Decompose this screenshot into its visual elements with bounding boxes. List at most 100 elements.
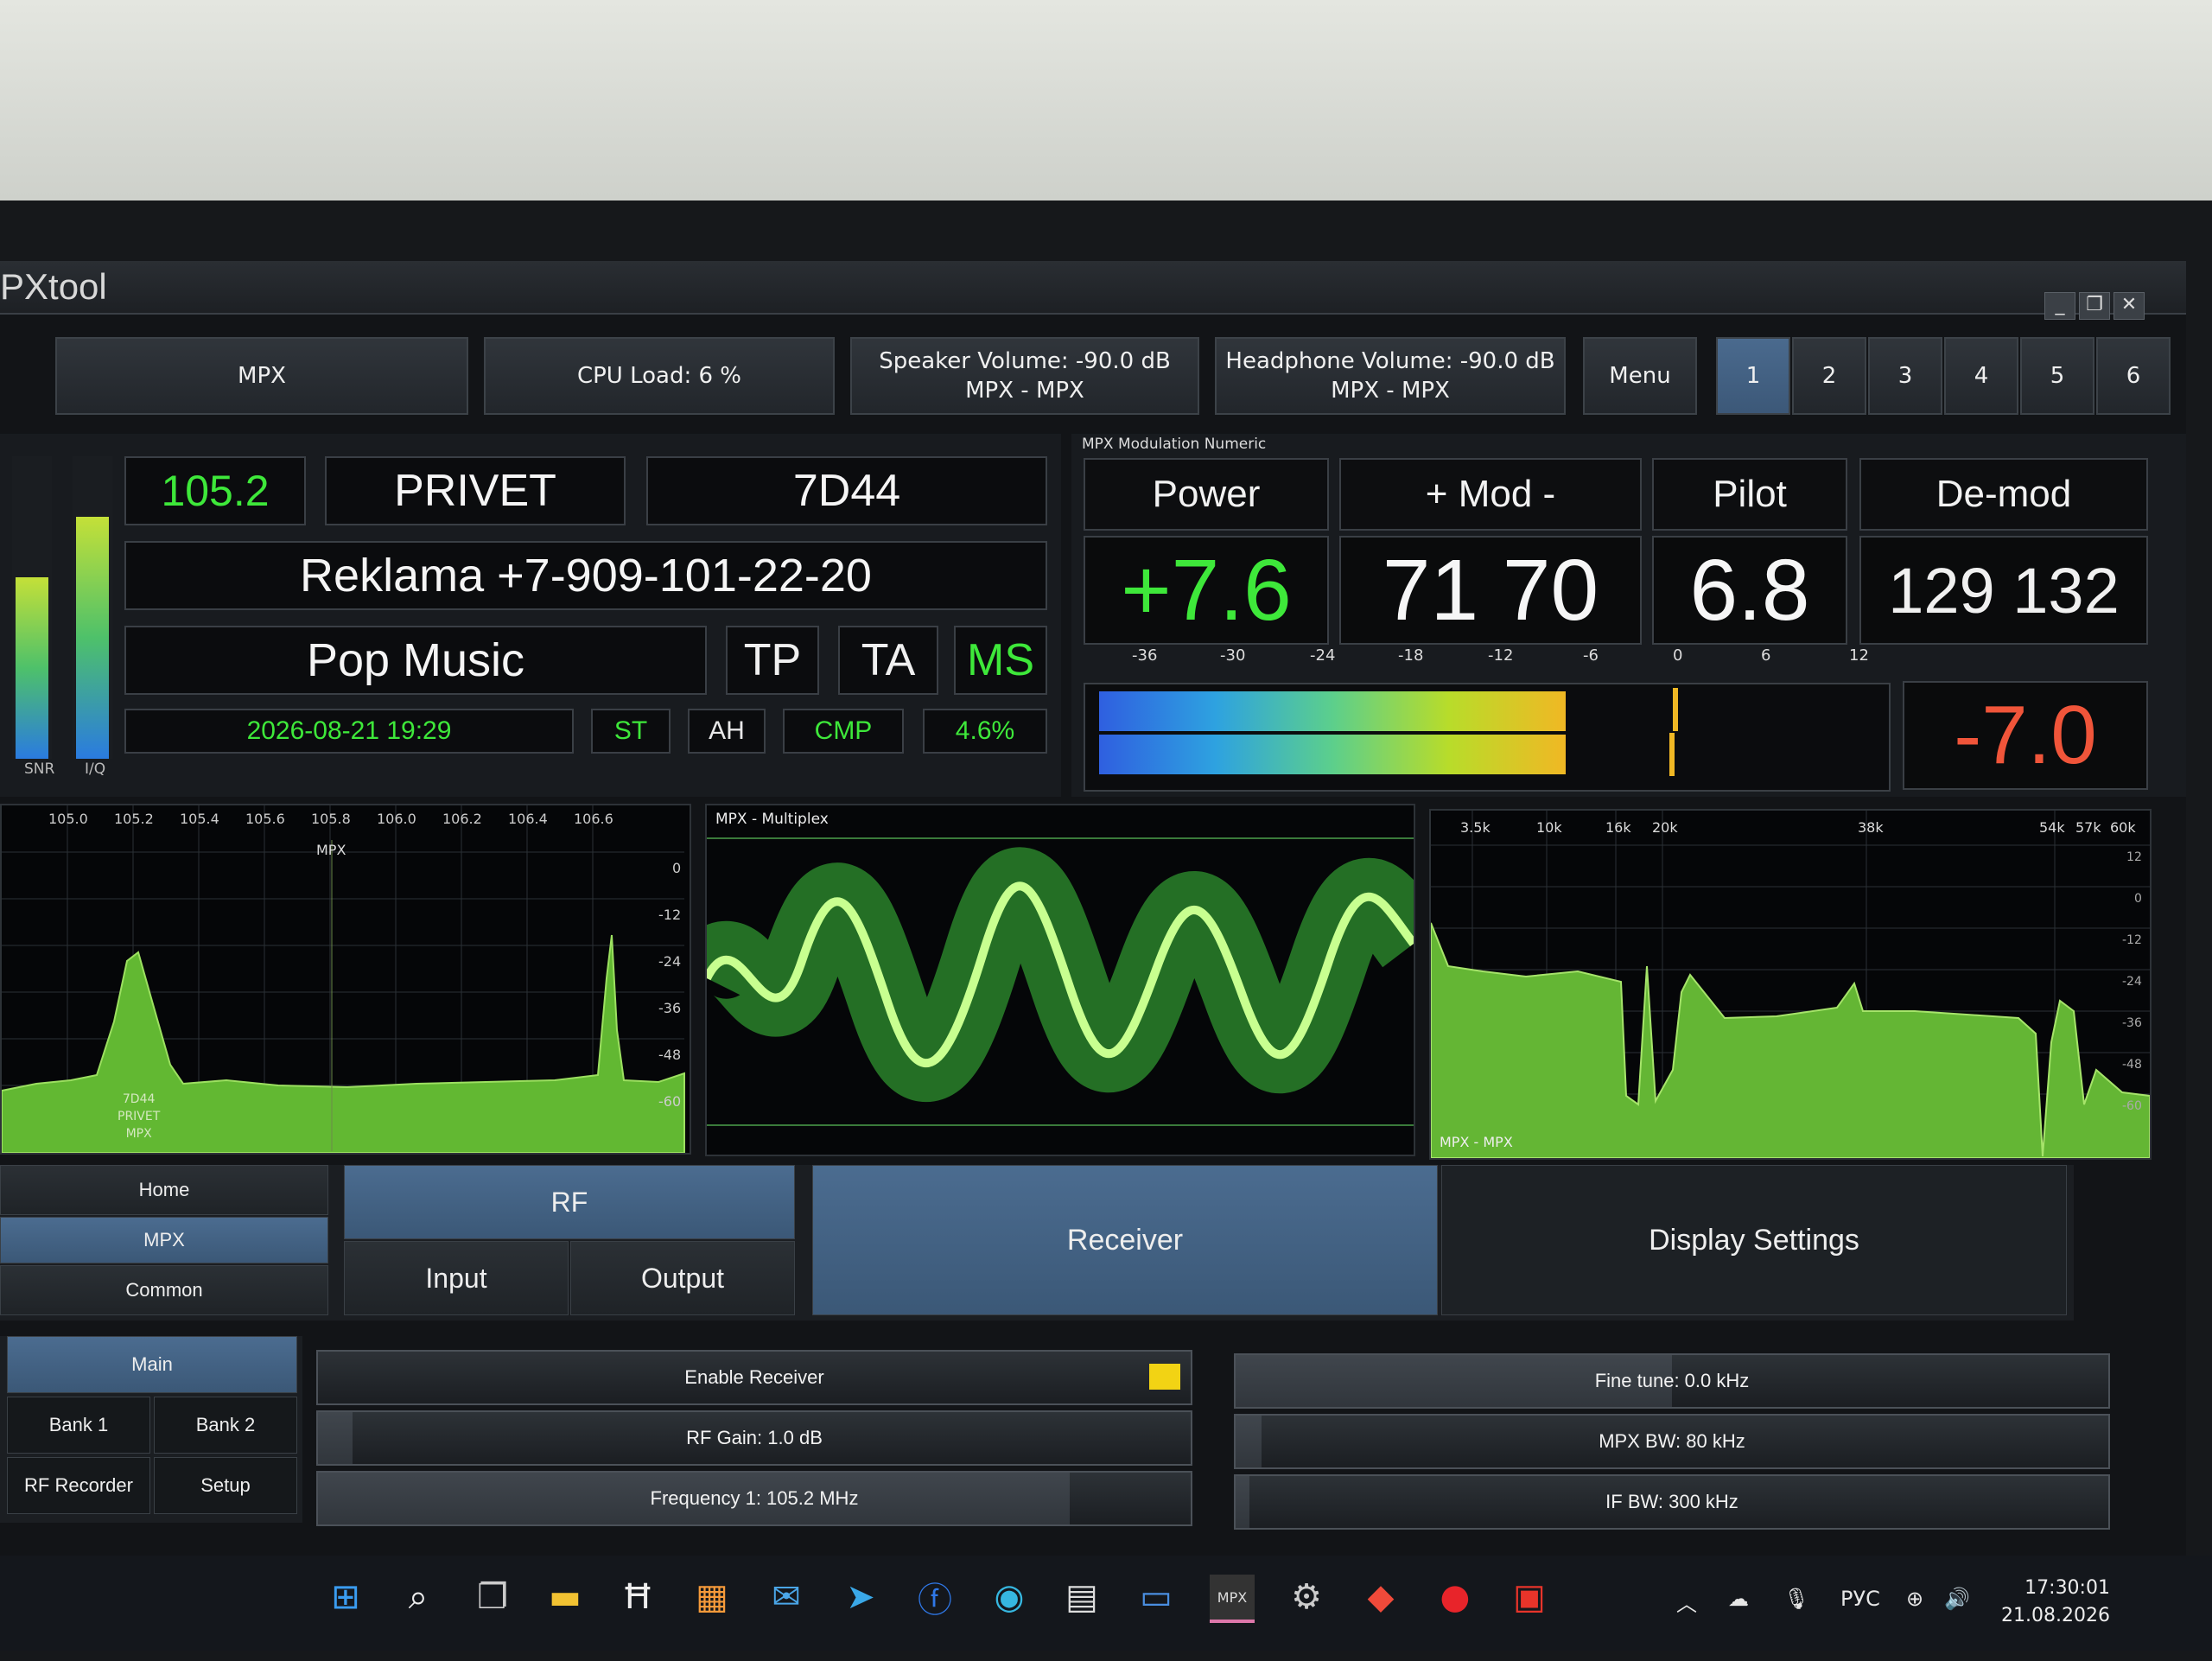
rf-spectrum-plot[interactable]: 105.0 105.2 105.4 105.6 105.8 106.0 106.… [0, 804, 691, 1155]
volume-icon[interactable]: 🔊 [1944, 1587, 1970, 1611]
frequency1-slider[interactable]: Frequency 1: 105.2 MHz [316, 1471, 1192, 1526]
page-4-label: 4 [1974, 363, 1989, 389]
rf-freq-tick: 106.0 [377, 811, 416, 827]
windows-taskbar: ⊞ ⌕ ❐ ▬ Ħ ▦ ✉ ➤ ⓕ ◉ ▤ ▭ MPX ⚙ ◆ ● ▣ ︿ ☁ … [0, 1556, 2212, 1651]
minimize-button[interactable]: _ [2044, 292, 2075, 320]
rf-gain-fill [318, 1412, 353, 1464]
page-6-button[interactable]: 6 [2096, 337, 2171, 415]
wps-icon[interactable]: ▣ [1507, 1575, 1552, 1620]
nav-common[interactable]: Common [0, 1265, 328, 1315]
rf-gain-slider[interactable]: RF Gain: 1.0 dB [316, 1410, 1192, 1466]
mpxtool-taskbar-icon[interactable]: MPX [1210, 1575, 1255, 1623]
microphone-icon[interactable]: 🎙 [1783, 1587, 1809, 1611]
nav-output[interactable]: Output [570, 1241, 795, 1315]
nav-rf[interactable]: RF [344, 1165, 795, 1239]
page-5-label: 5 [2050, 363, 2065, 389]
pty-display: Pop Music [124, 626, 707, 695]
mpx-oscilloscope[interactable]: MPX - Multiplex [705, 804, 1415, 1156]
nav-home[interactable]: Home [0, 1165, 328, 1215]
app-window: PXtool _ ❐ ✕ MPX CPU Load: 6 % Speaker V… [0, 261, 2186, 1618]
rf-gain-label: RF Gain: 1.0 dB [686, 1427, 823, 1448]
app-panel-icon[interactable]: ▤ [1059, 1575, 1104, 1620]
mpx-modulation-panel: MPX Modulation Numeric Power + Mod - Pil… [1071, 434, 2186, 797]
rf-freq-tick: 105.2 [114, 811, 154, 827]
peak-hold-left [1673, 688, 1678, 731]
speaker-volume-button[interactable]: Speaker Volume: -90.0 dB MPX - MPX [850, 337, 1199, 415]
mpx-db-tick: 0 [2133, 892, 2142, 906]
scale-tick: -36 [1132, 646, 1158, 665]
mpx-freq-tick: 60k [2110, 819, 2136, 836]
if-bw-slider[interactable]: IF BW: 300 kHz [1234, 1474, 2110, 1530]
language-indicator[interactable]: РУС [1840, 1587, 1880, 1611]
ta-flag: TA [838, 626, 938, 695]
mpx-db-tick: -36 [2122, 1016, 2142, 1030]
sub-navigation: Main Bank 1 Bank 2 RF Recorder Setup [0, 1336, 302, 1523]
headphone-volume-button[interactable]: Headphone Volume: -90.0 dB MPX - MPX [1215, 337, 1566, 415]
subnav-bank2[interactable]: Bank 2 [154, 1397, 297, 1454]
mail-icon[interactable]: ✉ [764, 1575, 809, 1620]
snr-meter-fill [16, 577, 48, 759]
subnav-setup[interactable]: Setup [154, 1457, 297, 1514]
task-view-icon[interactable]: ❐ [470, 1575, 515, 1620]
facebook-icon[interactable]: ⓕ [912, 1575, 957, 1620]
page-2-button[interactable]: 2 [1792, 337, 1866, 415]
subnav-bank1[interactable]: Bank 1 [7, 1397, 150, 1454]
mpx-spectrum-plot[interactable]: 3.5k 10k 16k 20k 38k 54k 57k 60k 12 0 -1… [1429, 809, 2152, 1160]
opera-icon[interactable]: ● [1433, 1575, 1478, 1620]
pi-code-display: 7D44 [646, 456, 1047, 525]
iq-meter-fill [76, 517, 109, 759]
network-icon[interactable]: ⊕ [1906, 1587, 1923, 1611]
nav-receiver[interactable]: Receiver [812, 1165, 1438, 1315]
close-button[interactable]: ✕ [2113, 292, 2145, 320]
scale-tick: 6 [1761, 646, 1771, 665]
waveform-envelope [707, 847, 1414, 1102]
store-icon[interactable]: ▦ [690, 1575, 734, 1620]
mpx-db-ticks: 12 0 -12 -24 -36 -48 -60 [2122, 837, 2142, 1127]
scale-tick: -30 [1220, 646, 1246, 665]
ms-flag: MS [954, 626, 1047, 695]
page-2-label: 2 [1821, 363, 1837, 389]
fine-tune-slider[interactable]: Fine tune: 0.0 kHz [1234, 1353, 2110, 1409]
restore-button[interactable]: ❐ [2079, 292, 2110, 320]
rf-db-tick: -48 [658, 1047, 682, 1063]
page-5-button[interactable]: 5 [2020, 337, 2094, 415]
cloud-icon[interactable]: ☁ [1728, 1587, 1749, 1611]
percent-display: 4.6% [923, 709, 1047, 754]
mpx-freq-tick: 57k [2075, 819, 2101, 836]
power-value: +7.6 [1084, 536, 1329, 645]
settings-gear-icon[interactable]: ⚙ [1284, 1575, 1329, 1620]
clock[interactable]: 17:30:01 21.08.2026 [2001, 1575, 2110, 1630]
page-3-label: 3 [1897, 363, 1913, 389]
search-icon[interactable]: ⌕ [396, 1575, 441, 1620]
telegram-icon[interactable]: ➤ [838, 1575, 883, 1620]
power-header: Power [1084, 458, 1329, 531]
tray-chevron-icon[interactable]: ︿ [1676, 1587, 1697, 1617]
top-status-bar: MPX CPU Load: 6 % Speaker Volume: -90.0 … [0, 328, 2186, 415]
mpx-db-tick: -24 [2122, 975, 2142, 989]
rf-db-tick: -24 [658, 953, 682, 970]
subnav-main[interactable]: Main [7, 1336, 297, 1393]
anydesk-icon[interactable]: ◆ [1358, 1575, 1403, 1620]
page-4-button[interactable]: 4 [1944, 337, 2018, 415]
file-explorer-icon[interactable]: ▬ [543, 1575, 588, 1620]
mpx-freq-tick: 38k [1858, 819, 1884, 836]
menu-button[interactable]: Menu [1583, 337, 1697, 415]
enable-receiver-toggle[interactable]: Enable Receiver [316, 1350, 1192, 1405]
nav-display-settings[interactable]: Display Settings [1441, 1165, 2067, 1315]
nav-input[interactable]: Input [344, 1241, 569, 1315]
subnav-rf-recorder[interactable]: RF Recorder [7, 1457, 150, 1514]
app-h-icon[interactable]: Ħ [615, 1575, 660, 1620]
enable-receiver-indicator [1149, 1364, 1180, 1390]
mpx-db-tick: -60 [2122, 1099, 2142, 1113]
mpx-spectrum-trace [1431, 922, 2150, 1158]
windows-start-icon[interactable]: ⊞ [323, 1575, 368, 1620]
rf-freq-tick: 105.4 [180, 811, 219, 827]
rf-freq-tick: 105.0 [48, 811, 88, 827]
mode-button[interactable]: MPX [55, 337, 468, 415]
page-3-button[interactable]: 3 [1868, 337, 1942, 415]
edge-icon[interactable]: ◉ [987, 1575, 1032, 1620]
nav-mpx[interactable]: MPX [0, 1217, 328, 1263]
mpx-bw-slider[interactable]: MPX BW: 80 kHz [1234, 1414, 2110, 1469]
app-window-icon[interactable]: ▭ [1134, 1575, 1179, 1620]
page-1-button[interactable]: 1 [1716, 337, 1790, 415]
